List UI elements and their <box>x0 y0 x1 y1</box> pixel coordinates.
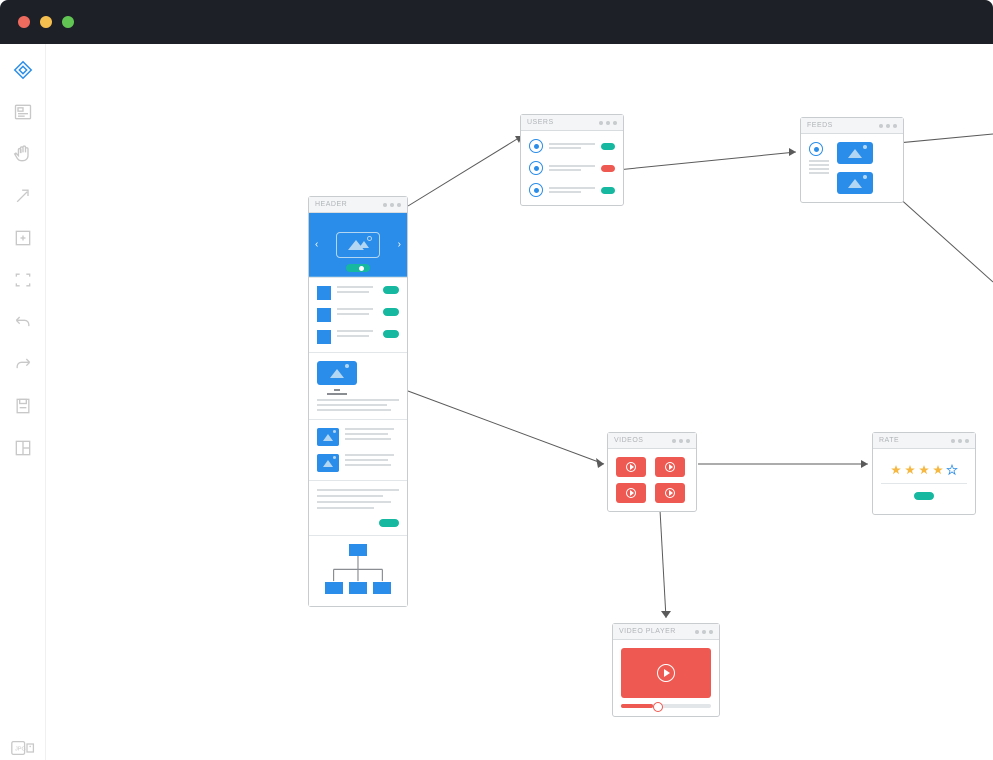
header-mockup-card[interactable]: HEADER ‹ › <box>308 196 408 607</box>
image-placeholder-icon <box>336 232 380 258</box>
status-pill[interactable] <box>601 165 615 172</box>
thumbnail-list-section <box>309 419 407 480</box>
list-item <box>317 308 399 322</box>
tree-node-icon <box>349 544 367 556</box>
card-header: USERS <box>521 115 623 131</box>
undo-icon[interactable] <box>11 310 35 334</box>
videos-mockup-card[interactable]: VIDEOS <box>607 432 697 512</box>
star-icon <box>918 463 930 475</box>
user-row <box>529 139 615 153</box>
card-header: RATE <box>873 433 975 449</box>
tree-node-icon <box>325 582 343 594</box>
avatar-icon <box>529 183 543 197</box>
card-title: VIDEOS <box>614 437 643 444</box>
rate-mockup-card[interactable]: RATE <box>872 432 976 515</box>
image-thumbnail-icon <box>317 428 339 446</box>
user-row <box>529 161 615 175</box>
video-thumbnail[interactable] <box>655 457 685 477</box>
tree-node-icon <box>373 582 391 594</box>
tree-node-icon <box>349 582 367 594</box>
avatar-icon <box>529 139 543 153</box>
pill-button[interactable] <box>383 308 399 316</box>
play-icon <box>665 488 675 498</box>
avatar-icon <box>809 142 823 156</box>
minimize-icon[interactable] <box>40 16 52 28</box>
video-thumbnail[interactable] <box>655 483 685 503</box>
star-rating[interactable] <box>881 463 967 475</box>
svg-text:JPG: JPG <box>15 746 26 752</box>
play-icon <box>626 462 636 472</box>
play-icon <box>626 488 636 498</box>
submit-button[interactable] <box>914 492 934 500</box>
video-thumbnail[interactable] <box>616 457 646 477</box>
card-title: HEADER <box>315 201 347 208</box>
wireframe-icon[interactable] <box>11 100 35 124</box>
card-header: HEADER <box>309 197 407 213</box>
tool-sidebar: JPG <box>0 44 46 760</box>
thumbnail-icon <box>317 308 331 322</box>
image-thumbnail-icon <box>317 454 339 472</box>
video-player-mockup-card[interactable]: VIDEO PLAYER <box>612 623 720 717</box>
list-section <box>309 277 407 352</box>
star-icon <box>890 463 902 475</box>
card-header: FEEDS <box>801 118 903 134</box>
star-icon <box>946 463 958 475</box>
image-thumbnail-icon <box>837 172 873 194</box>
close-icon[interactable] <box>18 16 30 28</box>
paragraph-section <box>309 480 407 535</box>
video-screen[interactable] <box>621 648 711 698</box>
layout-icon[interactable] <box>11 436 35 460</box>
status-pill[interactable] <box>601 187 615 194</box>
list-item <box>317 330 399 344</box>
progress-bar[interactable] <box>621 704 711 708</box>
sitemap-section <box>309 535 407 606</box>
list-item <box>317 286 399 300</box>
export-icon[interactable]: JPG <box>11 736 35 760</box>
card-header: VIDEOS <box>608 433 696 449</box>
card-title: VIDEO PLAYER <box>619 628 676 635</box>
hero-carousel: ‹ › <box>309 213 407 277</box>
frame-icon[interactable] <box>11 268 35 292</box>
pill-button[interactable] <box>383 330 399 338</box>
arrow-icon[interactable] <box>11 184 35 208</box>
video-thumbnail[interactable] <box>616 483 646 503</box>
maximize-icon[interactable] <box>62 16 74 28</box>
hand-icon[interactable] <box>11 142 35 166</box>
card-title: USERS <box>527 119 554 126</box>
redo-icon[interactable] <box>11 352 35 376</box>
users-mockup-card[interactable]: USERS <box>520 114 624 206</box>
zoom-in-icon[interactable] <box>11 226 35 250</box>
status-pill[interactable] <box>601 143 615 150</box>
chevron-left-icon[interactable]: ‹ <box>315 239 318 250</box>
play-icon <box>665 462 675 472</box>
toggle-icon[interactable] <box>346 264 370 272</box>
star-icon <box>904 463 916 475</box>
card-title: RATE <box>879 437 899 444</box>
star-icon <box>932 463 944 475</box>
pill-button[interactable] <box>383 286 399 294</box>
save-icon[interactable] <box>11 394 35 418</box>
play-icon <box>657 664 675 682</box>
user-row <box>529 183 615 197</box>
card-header: VIDEO PLAYER <box>613 624 719 640</box>
thumbnail-icon <box>317 330 331 344</box>
cta-button[interactable] <box>379 519 399 527</box>
feature-section <box>309 352 407 419</box>
logo-icon[interactable] <box>11 58 35 82</box>
image-thumbnail-icon <box>837 142 873 164</box>
canvas[interactable]: HEADER ‹ › <box>46 44 993 760</box>
thumbnail-icon <box>317 286 331 300</box>
monitor-icon <box>317 361 357 385</box>
avatar-icon <box>529 161 543 175</box>
chevron-right-icon[interactable]: › <box>398 239 401 250</box>
feeds-mockup-card[interactable]: FEEDS <box>800 117 904 203</box>
card-title: FEEDS <box>807 122 833 129</box>
window-titlebar <box>0 0 993 44</box>
